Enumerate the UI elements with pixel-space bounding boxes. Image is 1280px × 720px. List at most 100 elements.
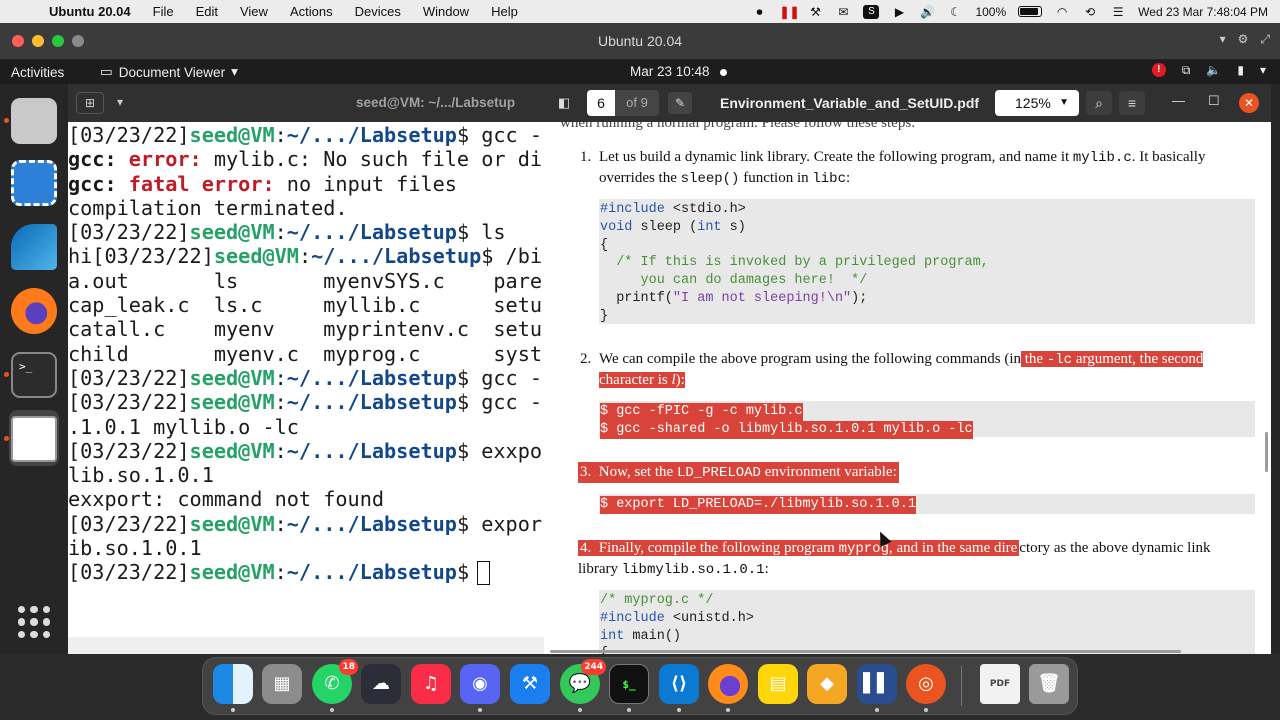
- highlight[interactable]: 4. Finally, compile the following progra…: [578, 540, 1020, 557]
- show-applications-icon[interactable]: [18, 606, 50, 638]
- menubar-clock[interactable]: Wed 23 Mar 7:48:04 PM: [1138, 5, 1268, 19]
- terminal-line: [03/23/22]seed@VM:~/.../Labsetup$ gcc -: [68, 366, 544, 390]
- sidebar-toggle-icon[interactable]: ◧: [552, 92, 576, 114]
- activities-button[interactable]: Activities: [0, 65, 100, 80]
- volume-icon[interactable]: 🔈: [1206, 63, 1221, 78]
- menubar-view[interactable]: View: [229, 4, 279, 19]
- horizontal-scrollbar[interactable]: [550, 650, 1181, 653]
- chevron-down-icon[interactable]: ▾: [1220, 32, 1226, 47]
- ubuntu-vm-icon[interactable]: ◎: [906, 664, 946, 704]
- vertical-scrollbar[interactable]: [1265, 432, 1268, 472]
- terminal-icon[interactable]: $_: [609, 664, 649, 704]
- moon-icon[interactable]: ☾: [947, 5, 963, 19]
- vscode-icon[interactable]: ⟨⟩: [659, 664, 699, 704]
- music-icon[interactable]: ♫: [411, 664, 451, 704]
- search-icon[interactable]: ⌕: [1086, 91, 1112, 115]
- menubar-window[interactable]: Window: [412, 4, 480, 19]
- command-text: expor: [469, 511, 543, 536]
- messages-icon[interactable]: 💬 244: [560, 659, 606, 704]
- wireshark-icon[interactable]: [11, 224, 57, 270]
- alert-icon[interactable]: !: [1151, 63, 1166, 77]
- prompt-punctuation: $: [456, 438, 470, 463]
- command-text: exxpo: [469, 438, 543, 463]
- tools-icon[interactable]: ⚒: [807, 5, 823, 19]
- cloud-app-icon[interactable]: ☁: [361, 664, 401, 704]
- skype-icon[interactable]: S: [863, 4, 880, 19]
- settings-icon[interactable]: ⚙: [1238, 32, 1249, 47]
- menubar-edit[interactable]: Edit: [185, 4, 229, 19]
- sublime-icon[interactable]: ◆: [807, 664, 847, 704]
- chevron-down-icon[interactable]: ▾: [106, 92, 134, 114]
- macos-menubar: Ubuntu 20.04 File Edit View Actions Devi…: [0, 0, 1280, 23]
- parallels-icon[interactable]: ▌▌: [857, 664, 897, 704]
- terminal-line: gcc: fatal error: no input files: [68, 172, 544, 196]
- chat-icon[interactable]: ✉: [835, 5, 851, 19]
- page-selector[interactable]: 6 of 9: [587, 90, 659, 116]
- terminal-icon[interactable]: >_: [11, 352, 57, 398]
- prompt-timestamp: [03/23/22]: [68, 220, 190, 245]
- notification-dot: [719, 68, 727, 76]
- annotate-icon[interactable]: ✎: [668, 92, 692, 114]
- trash-icon[interactable]: 🗑: [1029, 664, 1069, 704]
- launchpad-icon[interactable]: ▦: [262, 664, 302, 704]
- code-inline: sleep(): [680, 171, 740, 187]
- menubar-file[interactable]: File: [142, 4, 185, 19]
- resize-icon[interactable]: ⤢: [1260, 32, 1270, 47]
- notes-icon[interactable]: ▤: [758, 664, 798, 704]
- text-run: the: [1021, 351, 1047, 367]
- hamburger-menu-icon[interactable]: ≡: [1119, 91, 1145, 115]
- document-viewer-icon[interactable]: [11, 416, 57, 462]
- prompt-user: seed@VM: [189, 511, 275, 536]
- list-item-4: 4. Finally, compile the following progra…: [578, 538, 1253, 580]
- stop-record-icon[interactable]: ⏺: [751, 5, 767, 19]
- ubuntu-clock-label: Mar 23 10:48: [630, 64, 710, 79]
- screenshot-icon[interactable]: [11, 160, 57, 206]
- files-icon[interactable]: [11, 98, 57, 144]
- ubuntu-clock[interactable]: Mar 23 10:48: [630, 64, 727, 79]
- prompt-path: ~/.../Labsetup: [286, 511, 457, 536]
- highlighted-code-line[interactable]: $ export LD_PRELOAD=./libmylib.so.1.0.1: [600, 496, 916, 514]
- text-cursor: [477, 560, 491, 585]
- xcode-icon[interactable]: ⚒: [510, 664, 550, 704]
- battery-icon[interactable]: [1018, 6, 1043, 17]
- finder-icon[interactable]: [213, 664, 253, 704]
- running-indicator: [4, 372, 9, 377]
- chevron-down-icon[interactable]: ▾: [1260, 63, 1266, 78]
- terminal-output[interactable]: [03/23/22]seed@VM:~/.../Labsetup$ gcc -g…: [68, 122, 544, 637]
- text-run: ):: [675, 372, 685, 388]
- error-label: error:: [116, 147, 202, 172]
- highlighted-code-line[interactable]: $ gcc -shared -o libmylib.so.1.0.1 mylib…: [600, 420, 973, 439]
- terminal-line: gcc: error: mylib.c: No such file or di: [68, 147, 544, 171]
- list-number: 3.: [580, 464, 592, 480]
- whatsapp-icon[interactable]: ✆ 18: [312, 659, 358, 704]
- firefox-icon[interactable]: [708, 664, 748, 704]
- page-number-input[interactable]: 6: [587, 90, 615, 116]
- menubar-actions[interactable]: Actions: [279, 4, 344, 19]
- discord-icon[interactable]: ◉: [460, 664, 500, 704]
- highlighted-code-line[interactable]: $ gcc -fPIC -g -c mylib.c: [600, 403, 803, 421]
- play-icon[interactable]: ▶: [891, 5, 907, 19]
- prompt-punctuation: $: [456, 390, 470, 415]
- menubar-help[interactable]: Help: [480, 4, 529, 19]
- pdf-page[interactable]: when running a normal program. Please fo…: [544, 122, 1271, 654]
- app-menu[interactable]: ▭ Document Viewer ▾: [100, 64, 238, 80]
- highlight[interactable]: 3. Now, set the LD_PRELOAD environment v…: [578, 462, 899, 483]
- pdf-document-icon[interactable]: PDF: [980, 664, 1020, 704]
- volume-icon[interactable]: 🔊: [919, 5, 935, 19]
- time-machine-icon[interactable]: ⟲: [1082, 5, 1098, 19]
- menubar-devices[interactable]: Devices: [344, 4, 412, 19]
- close-icon[interactable]: ✕: [1239, 93, 1259, 113]
- pause-icon[interactable]: ❚❚: [779, 5, 799, 19]
- new-tab-icon[interactable]: ⊞: [76, 92, 104, 114]
- battery-icon[interactable]: ▮: [1237, 63, 1244, 78]
- menubar-app-name[interactable]: Ubuntu 20.04: [38, 4, 142, 19]
- control-center-icon[interactable]: ☰: [1110, 5, 1126, 19]
- minimize-icon[interactable]: —: [1172, 93, 1185, 108]
- terminal-line: [03/23/22]seed@VM:~/.../Labsetup$ gcc -: [68, 123, 544, 147]
- wifi-icon[interactable]: ◠: [1054, 5, 1070, 19]
- dock-separator: [961, 666, 962, 706]
- zoom-select[interactable]: 125% ▼: [995, 90, 1079, 116]
- maximize-icon[interactable]: ☐: [1208, 93, 1220, 109]
- firefox-icon[interactable]: [11, 288, 57, 334]
- network-icon[interactable]: ⧉: [1182, 63, 1191, 78]
